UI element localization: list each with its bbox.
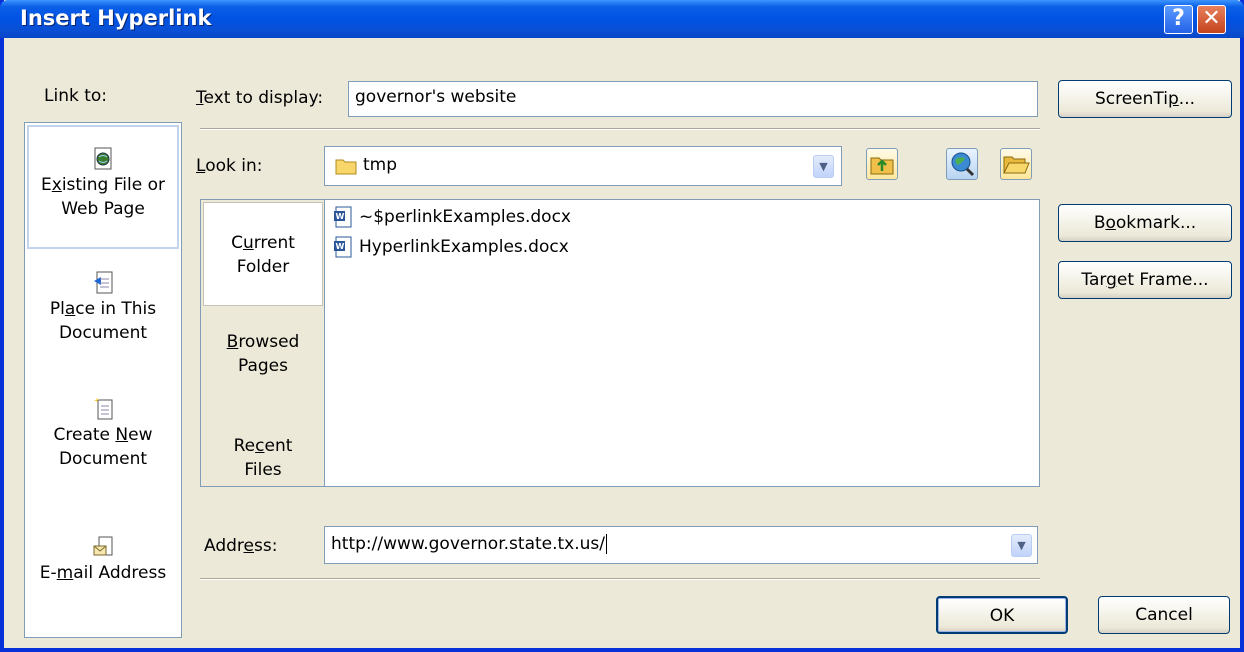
address-label: Address: [204, 536, 278, 556]
email-address-icon [93, 536, 113, 556]
insert-hyperlink-dialog: Insert Hyperlink ? ✕ Link to: Existing F… [0, 0, 1244, 652]
cancel-button[interactable]: Cancel [1098, 596, 1230, 634]
link-existing-file[interactable]: Existing File or Web Page [27, 125, 179, 249]
text-to-display-input[interactable]: governor's website [348, 81, 1038, 117]
address-dropdown-icon[interactable]: ▼ [1011, 534, 1032, 557]
tab-recent-files[interactable]: Recent Files [203, 434, 323, 482]
browse-file-button[interactable] [1000, 148, 1032, 180]
link-place-in-document[interactable]: Place in This Document [27, 271, 179, 345]
up-folder-icon [870, 157, 894, 175]
file-name: ~$perlinkExamples.docx [359, 207, 571, 227]
tab-recent-line2: Files [244, 460, 282, 480]
link-existing-file-line2: Web Page [61, 199, 145, 219]
look-in-label: Look in: [196, 156, 263, 176]
text-to-display-label: Text to display: [196, 88, 324, 108]
word-document-icon: W [334, 236, 352, 258]
tab-current-folder[interactable]: Current Folder [203, 202, 323, 306]
file-name: HyperlinkExamples.docx [359, 237, 569, 257]
link-create-line2: Document [58, 449, 148, 469]
place-in-document-icon [94, 271, 113, 294]
file-item[interactable]: W HyperlinkExamples.docx [331, 234, 569, 260]
address-input[interactable]: http://www.governor.state.tx.us/ ▼ [324, 526, 1038, 564]
dialog-title: Insert Hyperlink [20, 6, 212, 30]
browse-web-button[interactable] [946, 148, 978, 180]
separator-top [200, 128, 1040, 130]
svg-text:W: W [336, 212, 345, 221]
link-to-label: Link to: [44, 86, 108, 106]
tab-browsed-pages[interactable]: Browsed Pages [203, 330, 323, 378]
look-in-combo[interactable]: tmp ▼ [324, 146, 842, 186]
ok-button[interactable]: OK [936, 596, 1068, 634]
up-one-folder-button[interactable] [866, 148, 898, 180]
address-value: http://www.governor.state.tx.us/ [331, 534, 606, 554]
look-in-dropdown-icon[interactable]: ▼ [813, 155, 834, 178]
word-document-icon: W [334, 206, 352, 228]
look-in-value: tmp [363, 155, 398, 175]
link-place-line2: Document [58, 323, 148, 343]
link-existing-file-line1: Existing File or [41, 175, 165, 195]
link-create-new-document[interactable]: Create New Document [27, 397, 179, 471]
link-email-line1: E-mail Address [39, 563, 167, 583]
tab-current-line1: Current [231, 233, 295, 253]
create-new-document-icon [94, 398, 113, 420]
text-cursor [606, 534, 608, 554]
separator-bottom [200, 578, 1040, 580]
existing-file-icon [94, 147, 112, 170]
open-folder-icon [1003, 156, 1030, 174]
link-email-address[interactable]: E-mail Address [27, 535, 179, 585]
view-tabs: Current Folder Browsed Pages Recent File… [200, 199, 326, 487]
svg-text:W: W [336, 242, 345, 251]
close-button[interactable]: ✕ [1197, 5, 1226, 34]
browse-web-icon [951, 152, 975, 177]
help-button[interactable]: ? [1164, 5, 1193, 34]
file-list[interactable]: W ~$perlinkExamples.docx W HyperlinkExam… [324, 199, 1040, 487]
link-create-line1: Create New [53, 425, 153, 445]
tab-browsed-line2: Pages [237, 356, 288, 376]
file-item[interactable]: W ~$perlinkExamples.docx [331, 204, 571, 230]
title-bar: Insert Hyperlink ? ✕ [0, 0, 1244, 38]
target-frame-button[interactable]: Target Frame... [1058, 261, 1232, 299]
screentip-button[interactable]: ScreenTip... [1058, 80, 1232, 118]
bookmark-button[interactable]: Bookmark... [1058, 204, 1232, 242]
tab-recent-line1: Recent [233, 436, 293, 456]
tab-browsed-line1: Browsed [226, 332, 300, 352]
link-place-line1: Place in This [49, 299, 157, 319]
link-to-bar: Existing File or Web Page Place in This … [24, 122, 182, 638]
folder-icon [335, 159, 357, 175]
tab-current-line2: Folder [236, 257, 290, 277]
